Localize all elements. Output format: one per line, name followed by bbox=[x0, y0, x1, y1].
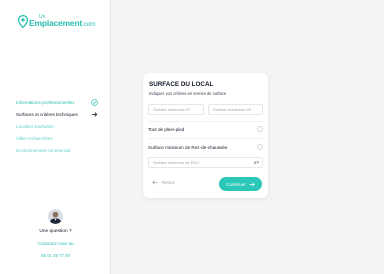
logo-wordmark: Emplacement.com bbox=[29, 18, 96, 29]
continue-button-label: Continuer bbox=[226, 181, 246, 187]
plain-pied-label: Tout de plein-pied bbox=[148, 126, 185, 132]
nav-item-location-souhaitee[interactable]: Location souhaitée bbox=[16, 120, 98, 132]
nav-item-villes-recherchees[interactable]: Villes recherchées bbox=[16, 132, 98, 144]
nav-item-label: Location souhaitée bbox=[16, 123, 54, 129]
arrow-right-icon bbox=[91, 111, 98, 117]
check-circle-icon bbox=[91, 98, 98, 106]
arrow-right-icon bbox=[249, 181, 255, 187]
step-navigation: Informations professionnelles Surfaces e… bbox=[16, 96, 98, 156]
form-title: SURFACE DU LOCAL bbox=[149, 81, 214, 88]
help-title: Une question ? bbox=[39, 229, 72, 234]
rdc-surface-placeholder: Surface minimum de RDC bbox=[153, 160, 200, 165]
nav-item-label: Surfaces et critères techniques bbox=[16, 111, 78, 117]
plain-pied-option[interactable]: Tout de plein-pied bbox=[148, 124, 263, 134]
avatar bbox=[48, 209, 63, 224]
nav-item-label: Informations professionnelles bbox=[16, 99, 75, 105]
nav-item-label: Environnement commercial bbox=[16, 147, 71, 153]
rdc-option[interactable]: Surface minimum de Rez-de-chaussée bbox=[148, 142, 263, 152]
plain-pied-radio[interactable] bbox=[257, 126, 263, 132]
nav-item-surfaces-criteres[interactable]: Surfaces et critères techniques bbox=[16, 108, 98, 120]
surface-min-input[interactable]: Surface minimum m² bbox=[148, 104, 204, 115]
logo-suffix: .com bbox=[82, 21, 96, 28]
rdc-surface-input[interactable]: Surface minimum de RDC m² bbox=[148, 157, 263, 168]
surface-min-placeholder: Surface minimum m² bbox=[153, 107, 190, 112]
continue-button[interactable]: Continuer bbox=[219, 177, 262, 191]
back-button-label: Retour bbox=[162, 180, 175, 185]
sidebar: Un Emplacement.com Informations professi… bbox=[0, 0, 111, 274]
logo-name: Emplacement bbox=[29, 18, 83, 28]
rdc-option-label: Surface minimum de Rez-de-chaussée bbox=[148, 144, 228, 150]
map-pin-icon bbox=[18, 15, 28, 28]
rdc-option-radio[interactable] bbox=[257, 144, 263, 150]
back-button[interactable]: Retour bbox=[152, 180, 175, 185]
nav-item-environnement-commercial[interactable]: Environnement commercial bbox=[16, 144, 98, 156]
logo[interactable]: Un Emplacement.com bbox=[18, 15, 96, 29]
contact-phone[interactable]: 06 01 49 77 00 bbox=[0, 253, 111, 258]
rdc-unit: m² bbox=[253, 160, 259, 165]
contact-link[interactable]: Contactez-nous au bbox=[0, 241, 111, 246]
surface-max-placeholder: Surface maximum m² bbox=[213, 107, 252, 112]
divider bbox=[148, 138, 263, 139]
nav-item-informations-professionnelles[interactable]: Informations professionnelles bbox=[16, 96, 98, 108]
nav-item-label: Villes recherchées bbox=[16, 135, 53, 141]
help-section: Une question ? Contactez-nous au 06 01 4… bbox=[0, 209, 111, 258]
form-subtitle: Indiquez vos critères en termes de surfa… bbox=[149, 91, 227, 96]
surface-max-input[interactable]: Surface maximum m² bbox=[208, 104, 263, 115]
divider bbox=[148, 121, 263, 122]
arrow-left-icon bbox=[152, 180, 158, 185]
